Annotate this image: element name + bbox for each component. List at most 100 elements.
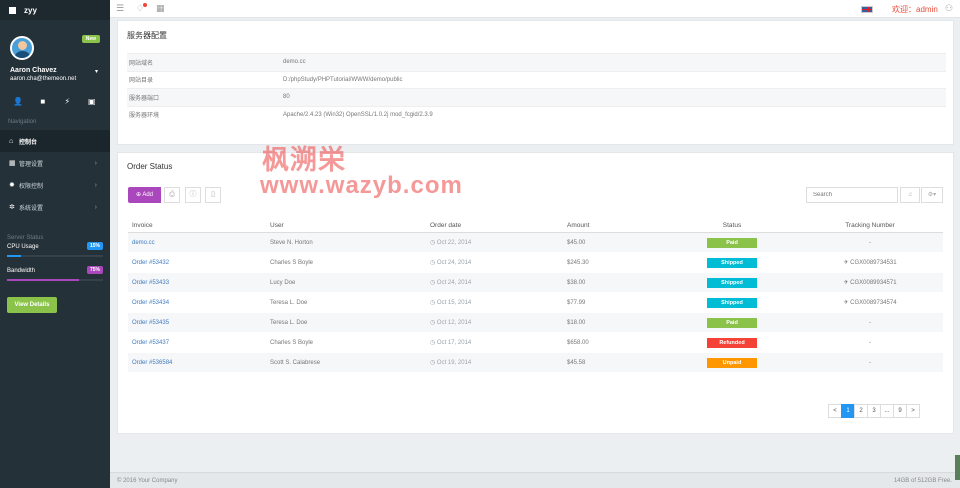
column-header[interactable]: Amount — [567, 222, 667, 229]
table-row: Order #53437 Charles S Boyle ◷ Oct 17, 201… — [128, 333, 943, 353]
column-header[interactable]: Status — [667, 222, 797, 229]
bolt-icon[interactable]: ⚡ — [60, 97, 74, 106]
page-button[interactable]: 2 — [854, 404, 868, 418]
page-button[interactable]: 1 — [841, 404, 855, 418]
logo-icon — [9, 6, 16, 14]
chevron-right-icon: › — [94, 203, 97, 211]
tracking-number: ✈ CGX0089734531 — [797, 259, 943, 266]
cpu-usage-metric: CPU Usage 15% — [7, 242, 103, 257]
copyright: © 2016 Your Company — [117, 478, 178, 484]
table-row: Order #53433 Lucy Doe ◷ Oct 24, 2014 $38.00… — [128, 273, 943, 293]
invoice-link[interactable]: Order #53433 — [128, 280, 270, 286]
sidebar-item-dashboard[interactable]: ⌂ 控制台 — [0, 130, 110, 152]
order-date-text: Oct 15, 2014 — [436, 300, 472, 306]
menu-toggle-icon[interactable]: ☰ — [116, 3, 124, 14]
user-icon[interactable]: ⚇ — [945, 3, 953, 14]
invoice-link[interactable]: Order #536584 — [128, 360, 270, 366]
top-navbar: ☰ ♢ ▦ 欢迎：admin ⚇ — [110, 0, 960, 18]
order-date: ◷ Oct 15, 2014 — [430, 299, 567, 306]
order-amount: $45.00 — [567, 239, 586, 246]
bandwidth-badge: 75% — [86, 266, 103, 274]
welcome-text[interactable]: 欢迎：admin — [892, 4, 938, 15]
status-badge: Paid — [707, 237, 757, 248]
cog-icon: ✹ — [9, 182, 15, 189]
order-date: ◷ Oct 24, 2014 — [430, 259, 567, 266]
status-badge: Shipped — [707, 257, 757, 268]
print-icon[interactable]: ⎙ — [164, 187, 180, 203]
column-header[interactable]: Order date — [430, 222, 567, 229]
gear-dropdown-icon[interactable]: ⚙▾ — [921, 187, 943, 203]
order-status-cell: Shipped — [667, 297, 797, 308]
page-button[interactable]: 3 — [867, 404, 881, 418]
order-status-cell: Paid — [667, 237, 797, 248]
table-row: Order #53435 Teresa L. Doe ◷ Oct 12, 2014 $… — [128, 313, 943, 333]
order-date-text: Oct 24, 2014 — [436, 260, 472, 266]
table-icon: ▦ — [9, 160, 16, 167]
order-date: ◷ Oct 12, 2014 — [430, 319, 567, 326]
sidebar-item-label: 系统设置 — [19, 205, 44, 212]
order-date: ◷ Oct 24, 2014 — [430, 279, 567, 286]
user-name[interactable]: Aaron Chavez — [10, 67, 57, 74]
user-email: aaron.cha@themeon.net — [10, 76, 77, 82]
nav-label: Navigation — [8, 119, 37, 125]
order-date: ◷ Oct 19, 2014 — [430, 359, 567, 366]
message-icon[interactable]: ■ — [36, 97, 50, 106]
clock-icon: ◷ — [430, 320, 437, 326]
sidebar-item-system[interactable]: ✲ 系统设置 › — [0, 196, 110, 218]
invoice-link[interactable]: Order #53435 — [128, 320, 270, 326]
language-flag-icon[interactable] — [861, 6, 873, 13]
prev-page-button[interactable]: < — [828, 404, 842, 418]
search-input[interactable] — [806, 187, 898, 203]
bandwidth-metric: Bandwidth 75% — [7, 266, 103, 281]
clock-icon: ◷ — [430, 240, 437, 246]
cpu-usage-bar — [7, 255, 103, 257]
trash-icon[interactable]: ▯ — [205, 187, 221, 203]
user-profile: New Aaron Chavez ▾ aaron.cha@themeon.net — [0, 20, 110, 90]
orders-table-body: demo.cc Steve N. Horton ◷ Oct 22, 2014 $45.… — [128, 233, 943, 373]
add-button[interactable]: ⊕ Add — [128, 187, 161, 203]
invoice-link[interactable]: Order #53432 — [128, 260, 270, 266]
sidebar-item-management[interactable]: ▦ 管理设置 › — [0, 152, 110, 174]
invoice-link[interactable]: demo.cc — [128, 240, 270, 246]
order-status-cell: Refunded — [667, 337, 797, 348]
cpu-usage-badge: 15% — [86, 242, 103, 250]
new-badge: New — [81, 35, 100, 43]
config-row: 服务器环境 Apache/2.4.23 (Win32) OpenSSL/1.0.… — [127, 105, 946, 124]
sidebar-item-permissions[interactable]: ✹ 权限控制 › — [0, 174, 110, 196]
caret-down-icon[interactable]: ▾ — [95, 68, 98, 75]
column-header[interactable]: Invoice — [128, 222, 270, 229]
server-config-table: 网站域名 demo.cc 网站目录 D:/phpStudy/PHPTutoria… — [127, 53, 946, 123]
avatar[interactable] — [10, 36, 34, 60]
profile-shortcuts: 👤 ■ ⚡ ▣ — [0, 90, 110, 112]
clock-icon: ◷ — [430, 300, 437, 306]
bell-icon[interactable]: ♫ — [900, 187, 920, 203]
cpu-usage-label: CPU Usage — [7, 244, 39, 250]
grid-icon[interactable]: ▦ — [156, 3, 165, 14]
config-value: demo.cc — [283, 59, 306, 66]
config-row: 网站域名 demo.cc — [127, 53, 946, 71]
column-header[interactable]: Tracking Number — [797, 222, 943, 229]
next-page-button[interactable]: > — [906, 404, 920, 418]
page-button[interactable]: ... — [880, 404, 894, 418]
view-details-button[interactable]: View Details — [7, 297, 57, 313]
invoice-link[interactable]: Order #53434 — [128, 300, 270, 306]
invoice-link[interactable]: Order #53437 — [128, 340, 270, 346]
status-badge: Paid — [707, 317, 757, 328]
column-header[interactable]: User — [270, 222, 430, 229]
page-button[interactable]: 9 — [893, 404, 907, 418]
tracking-text: CGX0089734574 — [850, 300, 897, 306]
order-status-cell: Shipped — [667, 277, 797, 288]
panel-title: Order Status — [127, 162, 173, 171]
status-badge: Shipped — [707, 277, 757, 288]
table-header: Invoice User Order date Amount Status Tr… — [128, 219, 943, 233]
clock-icon: ◷ — [430, 360, 437, 366]
user-icon[interactable]: 👤 — [11, 97, 25, 106]
info-icon[interactable]: ⓘ — [185, 187, 201, 203]
scroll-indicator — [955, 455, 960, 480]
config-key: 服务器端口 — [129, 95, 160, 102]
lock-icon[interactable]: ▣ — [85, 97, 99, 106]
brand-name[interactable]: zyy — [24, 6, 37, 15]
tracking-number: ✈ CGX0089734574 — [797, 299, 943, 306]
config-value: D:/phpStudy/PHPTutorial/WWW/demo/public — [283, 76, 403, 83]
tracking-number: - — [797, 360, 943, 366]
